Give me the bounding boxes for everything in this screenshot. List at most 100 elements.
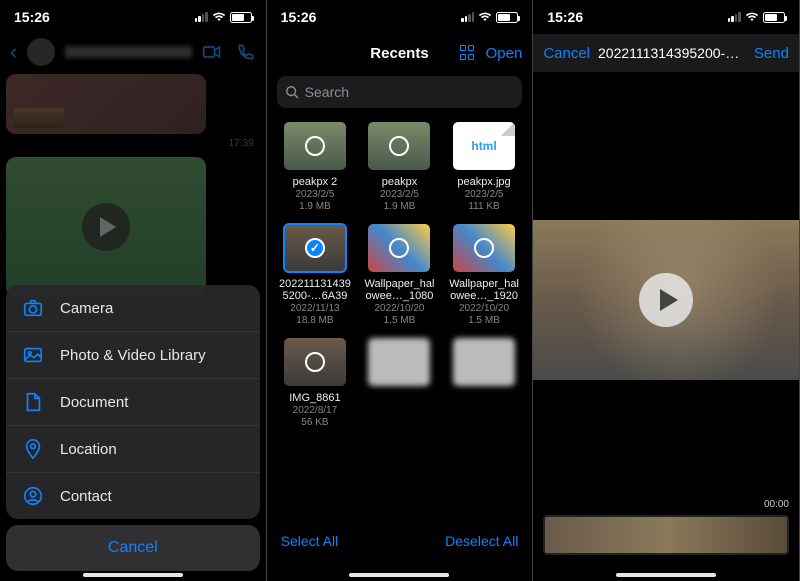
scrubber-frames[interactable] (543, 515, 789, 555)
file-item[interactable] (444, 338, 525, 430)
preview-filename: 20221113143952​00-F1C11A2… (598, 45, 746, 61)
avatar[interactable] (27, 38, 55, 66)
file-thumbnail[interactable] (284, 338, 346, 386)
file-name: Wallpaper_hal owee…_1920 (444, 278, 525, 303)
wifi-icon (745, 12, 759, 22)
contact-icon (22, 485, 44, 507)
cancel-button[interactable]: Cancel (6, 525, 260, 571)
deselect-all-button[interactable]: Deselect All (445, 533, 518, 549)
video-call-icon[interactable] (202, 42, 222, 62)
file-thumbnail[interactable] (368, 338, 430, 386)
file-meta: 2022/10/201.5 MB (444, 303, 525, 328)
status-icons (728, 12, 785, 23)
chat-area: 17:39 ➦ (0, 74, 266, 297)
file-thumbnail[interactable] (453, 338, 515, 386)
home-indicator[interactable] (83, 573, 183, 577)
file-item[interactable]: IMG_88612022/8/1756 KB (275, 338, 356, 430)
attachment-action-sheet: Camera Photo & Video Library Document Lo… (6, 285, 260, 571)
menu-item-label: Contact (60, 488, 112, 505)
status-time: 15:26 (547, 9, 583, 25)
preview-nav: Cancel 20221113143952​00-F1C11A2… Send (533, 34, 799, 72)
menu-item-location[interactable]: Location (6, 426, 260, 473)
file-item[interactable]: peakpx 22023/2/51.9 MB (275, 122, 356, 214)
file-meta: 2023/2/5111 KB (444, 189, 525, 214)
file-item[interactable]: Wallpaper_hal owee…_10802022/10/201.5 MB (359, 224, 440, 328)
selection-circle-icon (474, 238, 494, 258)
file-meta: 2023/2/51.9 MB (359, 189, 440, 214)
file-thumbnail[interactable] (368, 224, 430, 272)
search-input[interactable]: Search (277, 76, 523, 108)
wifi-icon (212, 12, 226, 22)
phone-call-icon[interactable] (236, 42, 256, 62)
file-thumbnail[interactable] (453, 224, 515, 272)
wifi-icon (478, 12, 492, 22)
file-name: Wallpaper_hal owee…_1080 (359, 278, 440, 303)
trim-scrubber[interactable]: 00:00 (543, 513, 789, 557)
chat-message-image[interactable] (6, 74, 206, 134)
status-bar: 15:26 (267, 0, 533, 34)
menu-item-contact[interactable]: Contact (6, 473, 260, 519)
photo-library-icon (22, 344, 44, 366)
menu-item-photo-video-library[interactable]: Photo & Video Library (6, 332, 260, 379)
file-item[interactable]: ✓ 202211131439 5200-…6A392022/11/1318.8 M… (275, 224, 356, 328)
file-grid: peakpx 22023/2/51.9 MBpeakpx2023/2/51.9 … (267, 118, 533, 490)
html-badge: html (471, 139, 496, 153)
action-sheet-group: Camera Photo & Video Library Document Lo… (6, 285, 260, 519)
home-indicator[interactable] (616, 573, 716, 577)
menu-item-label: Location (60, 441, 117, 458)
screen-video-preview: 15:26 Cancel 20221113143952​00-F1C11A2… … (533, 0, 800, 581)
grid-view-icon[interactable] (460, 45, 476, 61)
battery-icon (230, 12, 252, 23)
open-button[interactable]: Open (486, 45, 523, 62)
file-name: peakpx.jpg (444, 176, 525, 189)
signal-icon (461, 12, 474, 22)
cancel-button[interactable]: Cancel (543, 45, 590, 62)
file-item[interactable]: Wallpaper_hal owee…_19202022/10/201.5 MB (444, 224, 525, 328)
message-timestamp: 17:39 (6, 136, 260, 153)
file-meta: 2022/11/1318.8 MB (275, 303, 356, 328)
video-preview[interactable] (533, 220, 799, 380)
file-name: peakpx 2 (275, 176, 356, 189)
screen-file-picker: 15:26 Recents Open Search peakpx 22023/2… (267, 0, 534, 581)
file-thumbnail[interactable] (368, 122, 430, 170)
file-item[interactable] (359, 338, 440, 430)
play-icon[interactable] (82, 203, 130, 251)
document-icon (22, 391, 44, 413)
menu-item-label: Document (60, 394, 128, 411)
status-bar: 15:26 (533, 0, 799, 34)
status-bar: 15:26 (0, 0, 266, 34)
location-icon (22, 438, 44, 460)
select-all-button[interactable]: Select All (281, 533, 339, 549)
menu-item-camera[interactable]: Camera (6, 285, 260, 332)
chat-message-video[interactable]: ➦ (6, 157, 206, 297)
scrub-time: 00:00 (764, 499, 789, 510)
file-thumbnail[interactable]: ✓ (284, 224, 346, 272)
picker-title: Recents (370, 45, 428, 62)
home-indicator[interactable] (349, 573, 449, 577)
picker-nav: Recents Open (267, 34, 533, 72)
file-thumbnail[interactable]: html (453, 122, 515, 170)
status-icons (195, 12, 252, 23)
play-icon[interactable] (639, 273, 693, 327)
file-meta: 2023/2/51.9 MB (275, 189, 356, 214)
file-meta: 2022/8/1756 KB (275, 405, 356, 430)
selection-circle-icon (389, 136, 409, 156)
file-thumbnail[interactable] (284, 122, 346, 170)
back-icon[interactable]: ‹ (10, 39, 17, 65)
camera-icon (22, 297, 44, 319)
file-item[interactable]: peakpx2023/2/51.9 MB (359, 122, 440, 214)
signal-icon (728, 12, 741, 22)
screen-attachment-menu: 15:26 ‹ 17:39 ➦ Camera (0, 0, 267, 581)
chat-header: ‹ (0, 34, 266, 70)
file-name: IMG_8861 (275, 392, 356, 405)
battery-icon (763, 12, 785, 23)
status-time: 15:26 (281, 9, 317, 25)
send-button[interactable]: Send (754, 45, 789, 62)
search-icon (285, 85, 299, 99)
selection-circle-icon (305, 352, 325, 372)
contact-name-blurred (65, 46, 191, 58)
file-item[interactable]: html peakpx.jpg2023/2/5111 KB (444, 122, 525, 214)
status-icons (461, 12, 518, 23)
file-name: 202211131439 5200-…6A39 (275, 278, 356, 303)
menu-item-document[interactable]: Document (6, 379, 260, 426)
